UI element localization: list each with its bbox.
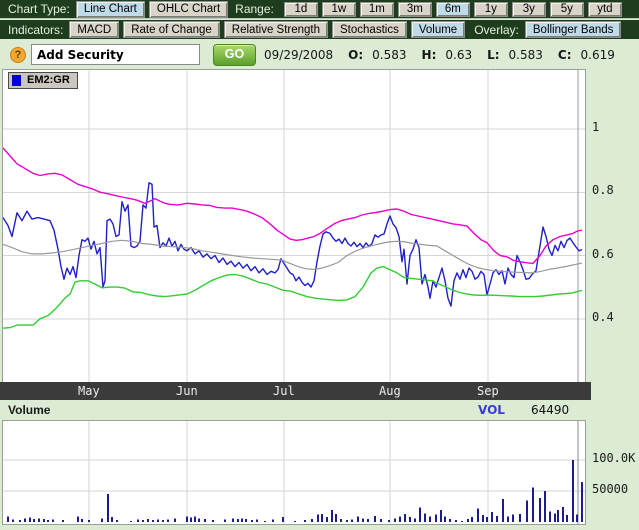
range-6m[interactable]: 6m	[436, 2, 470, 17]
x-tick-aug: Aug	[379, 384, 401, 398]
indicator-volume[interactable]: Volume	[411, 21, 465, 38]
quote-readout: 09/29/2008 O: 0.583 H: 0.63 L: 0.583 C: …	[264, 48, 615, 62]
range-1d[interactable]: 1d	[284, 2, 318, 17]
indicator-buttons: MACDRate of ChangeRelative StrengthStoch…	[69, 21, 465, 38]
range-label: Range:	[235, 2, 274, 16]
volume-chart-panel	[2, 420, 586, 525]
x-tick-sep: Sep	[477, 384, 499, 398]
open-value: 0.583	[372, 48, 406, 62]
indicator-rate-of-change[interactable]: Rate of Change	[123, 21, 220, 38]
price-tick-1: 1	[592, 120, 599, 134]
volume-title: Volume	[8, 403, 50, 417]
chart-type-bar: Chart Type: Line ChartOHLC Chart Range: …	[0, 0, 639, 19]
chart-type-label: Chart Type:	[8, 2, 70, 16]
high-label: H:	[422, 48, 437, 62]
volume-tick-50000: 50000	[592, 482, 628, 496]
close-value: 0.619	[581, 48, 615, 62]
price-tick-0-6: 0.6	[592, 247, 614, 261]
overlay-buttons: Bollinger Bands	[525, 21, 622, 38]
range-buttons: 1d 1w 1m 3m 6m 1y 3y 5y ytd	[284, 2, 622, 17]
range-3m[interactable]: 3m	[398, 2, 432, 17]
quote-date: 09/29/2008	[264, 48, 333, 62]
price-tick-0-8: 0.8	[592, 183, 614, 197]
range-1w[interactable]: 1w	[322, 2, 356, 17]
indicators-bar: Indicators: MACDRate of ChangeRelative S…	[0, 20, 639, 39]
add-security-input[interactable]	[31, 44, 200, 65]
indicator-relative-strength[interactable]: Relative Strength	[224, 21, 328, 38]
chart-type-ohlc-chart[interactable]: OHLC Chart	[149, 1, 228, 18]
volume-tick-100-0k: 100.0K	[592, 451, 635, 465]
vol-label: VOL	[478, 403, 505, 417]
low-label: L:	[487, 48, 499, 62]
chart-type-buttons: Line ChartOHLC Chart	[76, 1, 228, 18]
legend-box[interactable]: EM2:GR	[8, 72, 78, 89]
x-tick-jun: Jun	[176, 384, 198, 398]
vol-value: 64490	[531, 403, 569, 417]
high-value: 0.63	[445, 48, 472, 62]
close-label: C:	[558, 48, 572, 62]
range-1y[interactable]: 1y	[474, 2, 508, 17]
indicator-stochastics[interactable]: Stochastics	[332, 21, 407, 38]
legend-symbol: EM2:GR	[27, 73, 70, 88]
help-icon[interactable]: ?	[10, 47, 26, 63]
price-chart-plot	[3, 70, 585, 383]
overlay-bollinger-bands[interactable]: Bollinger Bands	[525, 21, 622, 38]
range-3y[interactable]: 3y	[512, 2, 546, 17]
volume-chart-plot	[3, 421, 585, 524]
price-y-axis-labels: 1 0.8 0.6 0.4	[589, 69, 639, 382]
price-chart-panel: EM2:GR	[2, 69, 586, 384]
open-label: O:	[348, 48, 363, 62]
x-tick-may: May	[78, 384, 100, 398]
legend-swatch-icon	[12, 75, 21, 86]
range-1m[interactable]: 1m	[360, 2, 394, 17]
overlay-label: Overlay:	[474, 23, 519, 37]
volume-header: Volume VOL 64490	[0, 400, 639, 420]
low-value: 0.583	[509, 48, 543, 62]
chart-type-line-chart[interactable]: Line Chart	[76, 1, 145, 18]
indicators-label: Indicators:	[8, 23, 63, 37]
security-bar: ? GO 09/29/2008 O: 0.583 H: 0.63 L: 0.58…	[0, 40, 639, 69]
volume-y-axis-labels: 100.0K 50000	[589, 420, 639, 523]
indicator-macd[interactable]: MACD	[69, 21, 119, 38]
x-axis-bar: May Jun Jul Aug Sep	[0, 382, 591, 400]
x-tick-jul: Jul	[273, 384, 295, 398]
go-button[interactable]: GO	[213, 44, 256, 66]
range-ytd[interactable]: ytd	[588, 2, 622, 17]
range-5y[interactable]: 5y	[550, 2, 584, 17]
price-tick-0-4: 0.4	[592, 310, 614, 324]
